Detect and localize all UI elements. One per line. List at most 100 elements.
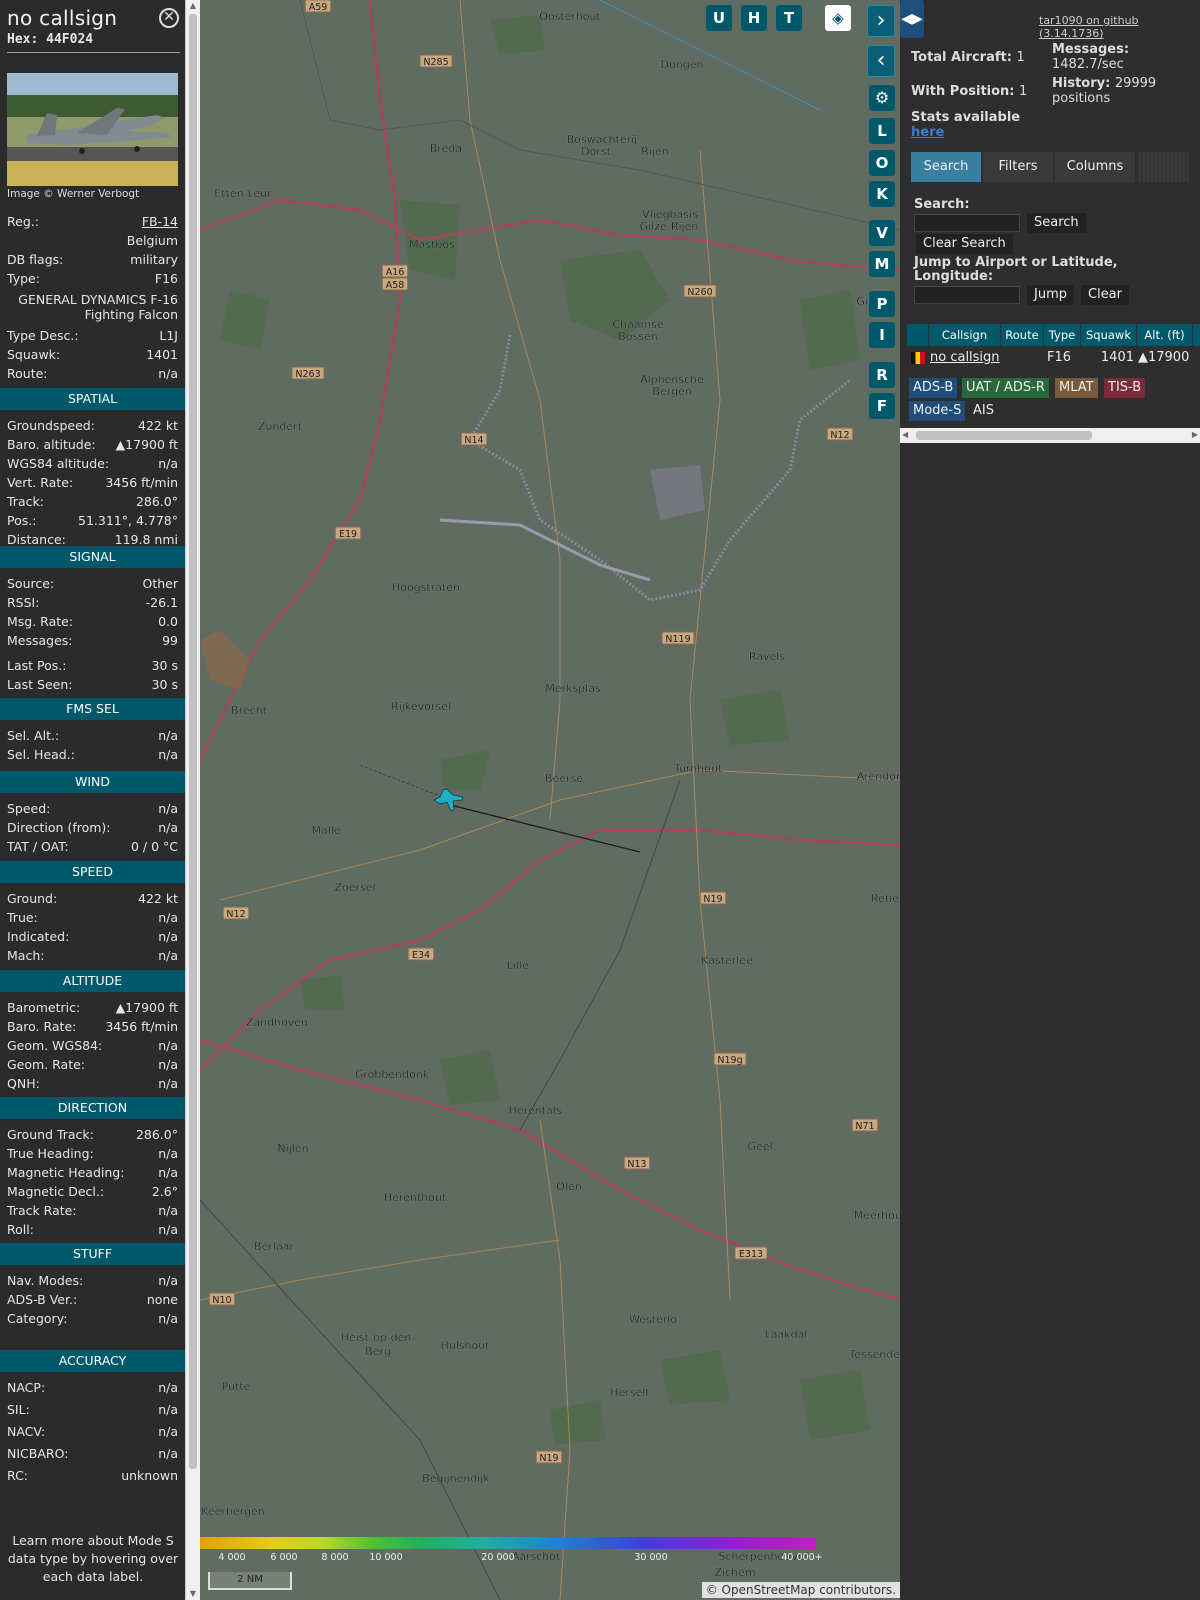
expand-collapse-icon[interactable]: ◀▶ (900, 0, 924, 38)
reg-link[interactable]: FB-14 (142, 213, 178, 231)
road-shield: N13 (623, 1156, 651, 1170)
layers-icon[interactable]: ◈ (825, 5, 851, 31)
detail-label[interactable]: WGS84 altitude: (7, 455, 109, 473)
detail-label[interactable]: Sel. Alt.: (7, 727, 59, 745)
tab-extra[interactable] (1137, 152, 1189, 182)
scrollbar-thumb[interactable] (189, 14, 197, 1469)
column-header-callsign[interactable]: Callsign (929, 324, 1000, 346)
detail-label[interactable]: Category: (7, 1310, 67, 1328)
detail-label[interactable]: Track Rate: (7, 1202, 77, 1220)
detail-label[interactable]: RC: (7, 1467, 28, 1485)
map-button-u[interactable]: U (706, 5, 732, 31)
road-label: N263 (295, 369, 320, 380)
map-button-k[interactable]: K (869, 181, 895, 207)
detail-label[interactable]: NACP: (7, 1379, 45, 1397)
detail-label[interactable]: Magnetic Decl.: (7, 1183, 104, 1201)
altitude-tick-label: 20 000 (481, 1552, 515, 1563)
github-link[interactable]: tar1090 on github (3.14.1736) (1039, 14, 1200, 40)
column-header-altitude[interactable]: Alt. (ft) (1137, 324, 1192, 346)
sidebar-scrollbar[interactable]: ▲ ▼ (185, 0, 200, 1600)
tab-search[interactable]: Search (911, 152, 981, 182)
map-button-t[interactable]: T (776, 5, 802, 31)
chevron-left-icon[interactable]: ‹ (867, 45, 895, 77)
detail-label[interactable]: Magnetic Heading: (7, 1164, 124, 1182)
map-button-r[interactable]: R (869, 362, 895, 388)
map-button-i[interactable]: I (869, 322, 895, 348)
detail-label[interactable]: Barometric: (7, 999, 80, 1017)
detail-label[interactable]: Direction (from): (7, 819, 111, 837)
column-header-flag[interactable] (907, 324, 928, 346)
detail-label[interactable]: Sel. Head.: (7, 746, 75, 764)
scrollbar-thumb[interactable] (916, 431, 1092, 440)
column-header-route[interactable]: Route (1001, 324, 1043, 346)
detail-label[interactable]: Ground Track: (7, 1126, 94, 1144)
row-squawk: 1401 (1100, 350, 1134, 365)
detail-row-fms: Sel. Head.: n/a (7, 746, 178, 764)
detail-label[interactable]: Nav. Modes: (7, 1272, 83, 1290)
chevron-right-icon[interactable]: › (867, 5, 895, 37)
clear-button[interactable]: Clear (1081, 285, 1129, 305)
detail-label[interactable]: Baro. Rate: (7, 1018, 76, 1036)
map-scale-bar: 2 NM (208, 1572, 292, 1590)
tab-columns[interactable]: Columns (1055, 152, 1135, 182)
detail-label[interactable]: Messages: (7, 632, 73, 650)
altitude-tick-label: 30 000 (634, 1552, 668, 1563)
stats-link[interactable]: here (911, 125, 944, 140)
detail-label[interactable]: Pos.: (7, 512, 36, 530)
detail-label[interactable]: Groundspeed: (7, 417, 95, 435)
detail-label[interactable]: Indicated: (7, 928, 69, 946)
clear-search-button[interactable]: Clear Search (916, 234, 1013, 254)
scroll-up-icon[interactable]: ▲ (186, 0, 200, 12)
detail-label[interactable]: NACV: (7, 1423, 45, 1441)
jump-button[interactable]: Jump (1027, 285, 1074, 305)
detail-label[interactable]: Speed: (7, 800, 50, 818)
detail-label[interactable]: QNH: (7, 1075, 40, 1093)
detail-label[interactable]: Last Pos.: (7, 657, 66, 675)
close-icon[interactable]: ✕ (159, 8, 179, 28)
detail-label[interactable]: Ground: (7, 890, 57, 908)
detail-row-wind: TAT / OAT: 0 / 0 °C (7, 838, 178, 856)
map-button-p[interactable]: P (869, 291, 895, 317)
detail-label[interactable]: Mach: (7, 947, 44, 965)
map-button-o[interactable]: O (869, 150, 895, 176)
detail-label[interactable]: TAT / OAT: (7, 838, 69, 856)
map-view[interactable]: Oosterhout Dongen Breda Rijen Etten-Leur Vlie… (200, 0, 900, 1600)
table-horizontal-scrollbar[interactable]: ◀ ▶ (900, 428, 1200, 443)
search-button[interactable]: Search (1027, 213, 1086, 233)
column-header-more[interactable] (1193, 324, 1200, 346)
jump-input[interactable] (914, 286, 1020, 304)
detail-label[interactable]: ADS-B Ver.: (7, 1291, 77, 1309)
detail-label[interactable]: RSSI: (7, 594, 39, 612)
scroll-right-icon[interactable]: ▶ (1192, 430, 1198, 439)
detail-label[interactable]: NICBARO: (7, 1445, 68, 1463)
map-button-m[interactable]: M (869, 251, 895, 277)
scroll-left-icon[interactable]: ◀ (902, 430, 908, 439)
aircraft-photo[interactable] (7, 73, 178, 186)
detail-label[interactable]: Geom. WGS84: (7, 1037, 102, 1055)
map-button-l[interactable]: L (869, 118, 895, 144)
detail-label[interactable]: SIL: (7, 1401, 30, 1419)
detail-label[interactable]: Source: (7, 575, 54, 593)
settings-gear-icon[interactable]: ⚙ (869, 85, 895, 111)
detail-label[interactable]: True: (7, 909, 38, 927)
map-button-f[interactable]: F (869, 393, 895, 419)
detail-label[interactable]: Vert. Rate: (7, 474, 73, 492)
scroll-down-icon[interactable]: ▼ (186, 1588, 200, 1600)
column-header-type[interactable]: Type (1044, 324, 1080, 346)
tab-filters[interactable]: Filters (983, 152, 1053, 182)
map-attribution[interactable]: © OpenStreetMap contributors. (701, 1582, 900, 1598)
row-callsign[interactable]: no callsign (930, 348, 1000, 368)
search-input[interactable] (914, 214, 1020, 232)
detail-label[interactable]: Msg. Rate: (7, 613, 73, 631)
detail-label[interactable]: Last Seen: (7, 676, 72, 694)
detail-label[interactable]: Baro. altitude: (7, 436, 96, 454)
detail-label[interactable]: Geom. Rate: (7, 1056, 85, 1074)
map-button-v[interactable]: V (869, 220, 895, 246)
detail-label[interactable]: True Heading: (7, 1145, 94, 1163)
detail-label[interactable]: Track: (7, 493, 44, 511)
column-header-squawk[interactable]: Squawk (1081, 324, 1136, 346)
detail-row-accuracy: NACV: n/a (7, 1423, 178, 1441)
detail-label[interactable]: Roll: (7, 1221, 34, 1239)
detail-row-direction: True Heading: n/a (7, 1145, 178, 1163)
map-button-h[interactable]: H (741, 5, 767, 31)
